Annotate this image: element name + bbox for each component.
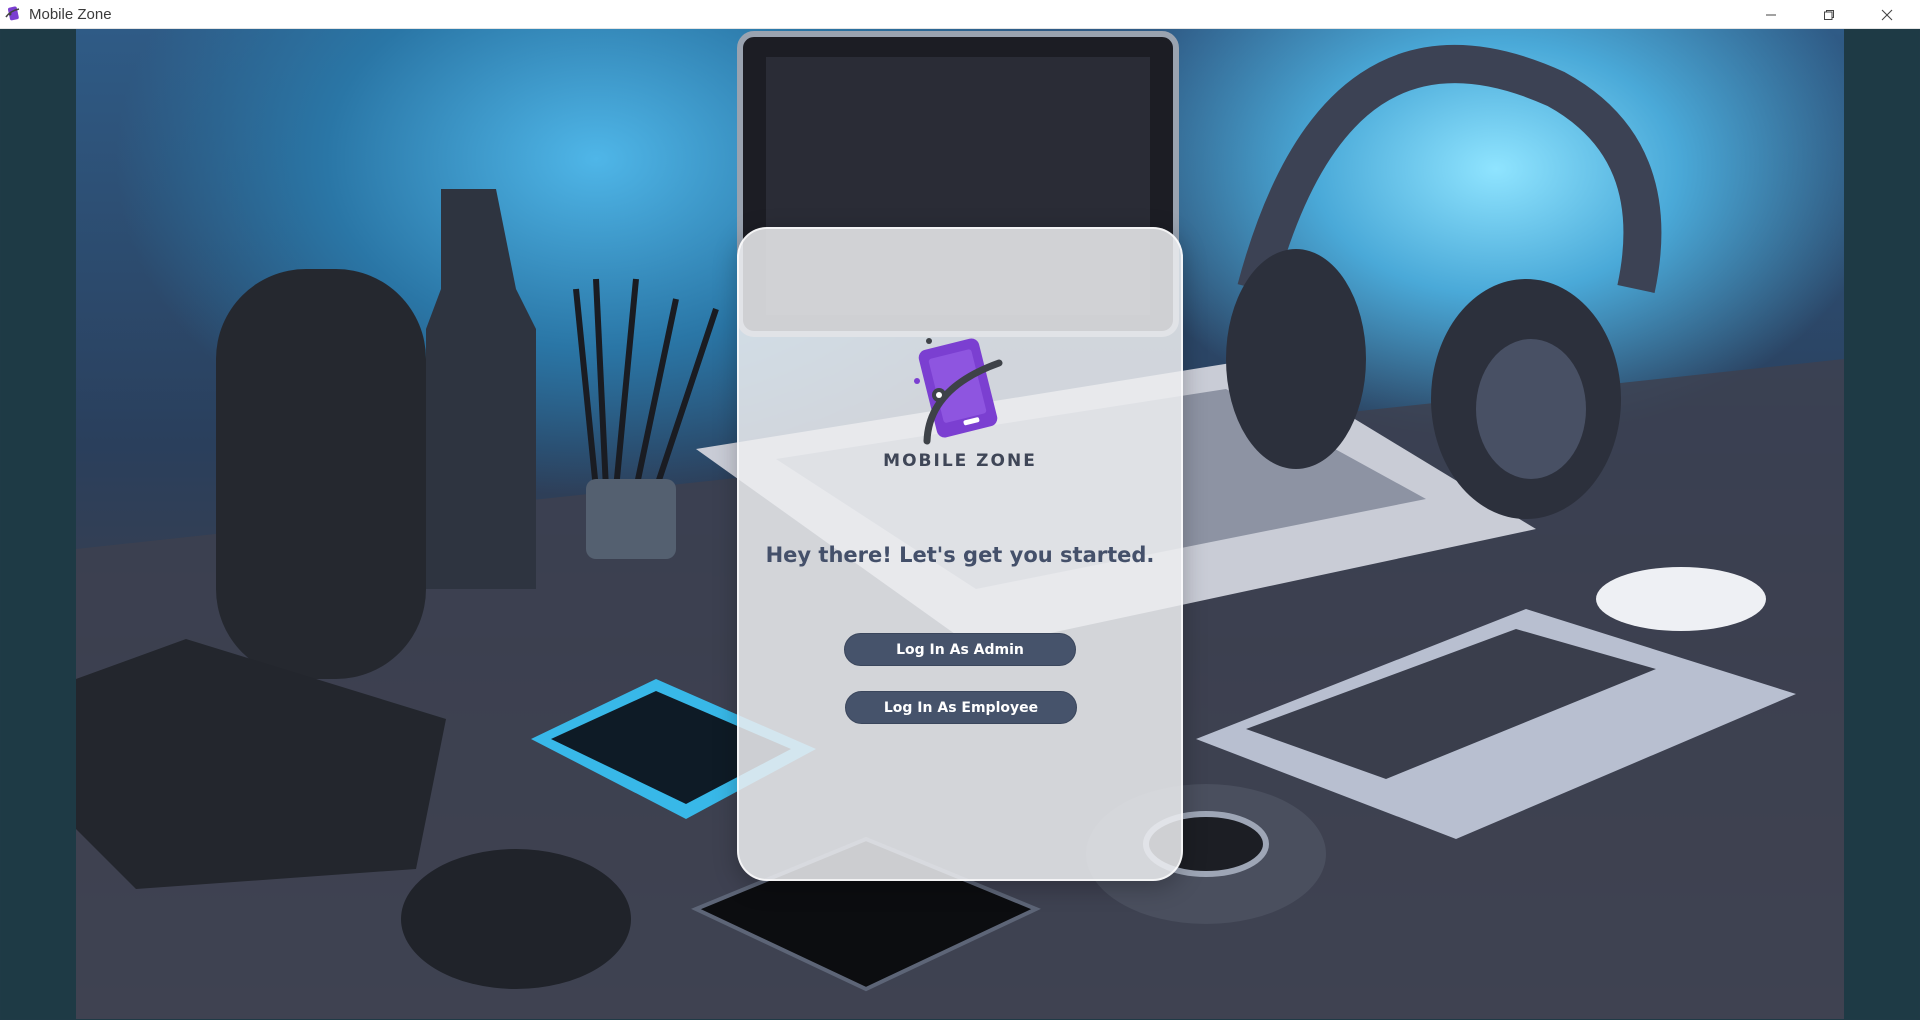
app-client-area: MOBILE ZONE Hey there! Let's get you sta… [1, 29, 1919, 1019]
restore-icon [1824, 9, 1834, 20]
login-card: MOBILE ZONE Hey there! Let's get you sta… [737, 227, 1183, 881]
minimize-button[interactable] [1742, 0, 1800, 29]
brand-logo: MOBILE ZONE [739, 229, 1181, 489]
window-title: Mobile Zone [29, 6, 112, 23]
login-as-employee-button[interactable]: Log In As Employee [845, 691, 1077, 724]
close-button[interactable] [1858, 0, 1916, 29]
minimize-icon [1766, 14, 1776, 15]
close-icon [1881, 9, 1893, 20]
restore-button[interactable] [1800, 0, 1858, 29]
mobile-zone-logo-icon [914, 338, 1003, 445]
welcome-heading: Hey there! Let's get you started. [765, 543, 1155, 567]
mobile-zone-app-icon [5, 6, 20, 21]
title-bar: Mobile Zone [0, 0, 1920, 29]
login-as-admin-button[interactable]: Log In As Admin [844, 633, 1076, 666]
brand-name: MOBILE ZONE [883, 451, 1037, 471]
